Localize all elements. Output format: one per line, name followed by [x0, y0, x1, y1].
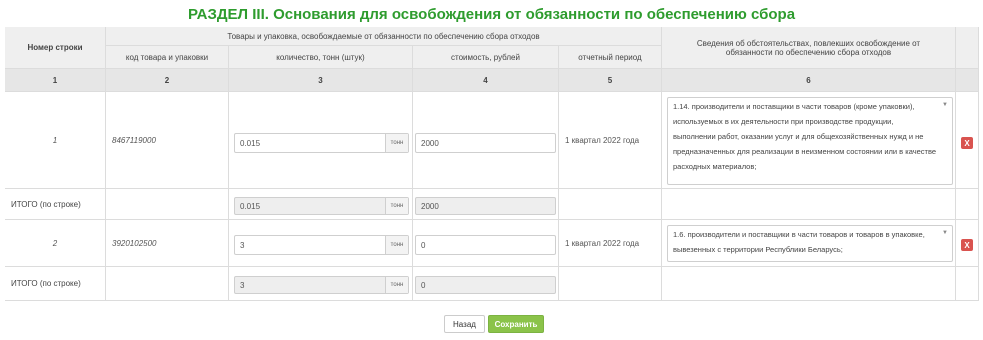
header-period: отчетный период [559, 46, 662, 69]
row-1-total-label: ИТОГО (по строке) [5, 189, 106, 220]
row-2-total-actions-cell [956, 267, 979, 301]
row-1-total-cost-input: 2000 [415, 197, 556, 215]
row-1-code: 8467119000 [106, 92, 229, 189]
row-1-total-reason-cell [662, 189, 956, 220]
row-1-delete-button[interactable]: X [961, 137, 973, 149]
row-1-quantity-input[interactable]: 0.015 тонн [234, 133, 409, 153]
header-quantity: количество, тонн (штук) [229, 46, 413, 69]
row-2-unit-addon: тонн [385, 236, 408, 254]
row-1-period: 1 квартал 2022 года [559, 92, 662, 189]
row-2-total-quantity-value: 3 [240, 280, 245, 290]
row-2-total-period-cell [559, 267, 662, 301]
save-button[interactable]: Сохранить [488, 315, 544, 333]
row-1-unit-addon: тонн [385, 134, 408, 152]
close-icon: X [964, 138, 970, 148]
column-number-3: 3 [229, 69, 413, 92]
row-2-total-label: ИТОГО (по строке) [5, 267, 106, 301]
header-actions [956, 27, 979, 69]
row-2-total-quantity-input: 3 тонн [234, 276, 409, 294]
row-1-total-period-cell [559, 189, 662, 220]
caret-down-icon: ▼ [942, 102, 948, 108]
row-2-period: 1 квартал 2022 года [559, 220, 662, 267]
row-1-reason-text: 1.14. производители и поставщики в части… [673, 102, 937, 171]
row-1-total-quantity-input: 0.015 тонн [234, 197, 409, 215]
header-goods-group: Товары и упаковка, освобождаемые от обяз… [106, 27, 662, 46]
row-2-reason-text: 1.6. производители и поставщики в части … [673, 230, 925, 254]
row-1-total-unit-addon: тонн [385, 198, 408, 214]
row-2-number: 2 [5, 220, 106, 267]
exemption-table: Номер строки Товары и упаковка, освобожд… [5, 27, 979, 301]
row-2-code: 3920102500 [106, 220, 229, 267]
column-number-1: 1 [5, 69, 106, 92]
row-2-quantity-input[interactable]: 3 тонн [234, 235, 409, 255]
column-number-5: 5 [559, 69, 662, 92]
header-code: код товара и упаковки [106, 46, 229, 69]
close-icon: X [964, 240, 970, 250]
column-number-6: 6 [662, 69, 956, 92]
caret-down-icon: ▼ [942, 230, 948, 236]
row-1-number: 1 [5, 92, 106, 189]
column-number-actions [956, 69, 979, 92]
column-number-4: 4 [413, 69, 559, 92]
header-circumstances: Сведения об обстоятельствах, повлекших о… [662, 27, 956, 69]
row-1-total-code-cell [106, 189, 229, 220]
row-2-reason-select[interactable]: 1.6. производители и поставщики в части … [667, 225, 953, 262]
header-cost: стоимость, рублей [413, 46, 559, 69]
row-2-delete-button[interactable]: X [961, 239, 973, 251]
section-title: РАЗДЕЛ III. Основания для освобождения о… [187, 6, 796, 23]
back-button[interactable]: Назад [444, 315, 485, 333]
row-1-total-actions-cell [956, 189, 979, 220]
header-row-number: Номер строки [5, 27, 106, 69]
row-2-cost-input[interactable]: 0 [415, 235, 556, 255]
row-2-total-unit-addon: тонн [385, 277, 408, 293]
row-2-total-cost-input: 0 [415, 276, 556, 294]
row-1-cost-input[interactable]: 2000 [415, 133, 556, 153]
row-2-total-code-cell [106, 267, 229, 301]
row-1-quantity-value: 0.015 [240, 138, 261, 148]
row-1-total-quantity-value: 0.015 [240, 201, 261, 211]
row-2-quantity-value: 3 [240, 240, 245, 250]
row-1-reason-select[interactable]: 1.14. производители и поставщики в части… [667, 97, 953, 185]
row-2-total-reason-cell [662, 267, 956, 301]
column-number-2: 2 [106, 69, 229, 92]
